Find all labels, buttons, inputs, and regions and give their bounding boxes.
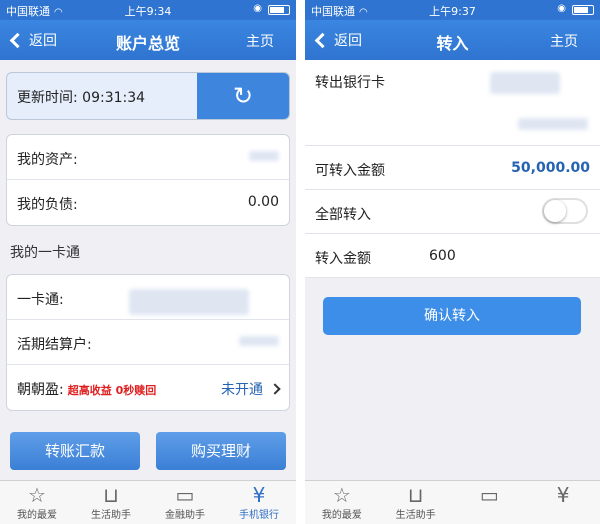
tab-favorites[interactable]: ☆ 我的最爱 xyxy=(305,481,379,524)
card-accounts: 一卡通: 活期结算户: 朝朝盈: 超高收益 0秒赎回 未开通 xyxy=(6,274,290,411)
source-card-row[interactable]: 转出银行卡 xyxy=(305,60,600,146)
update-time-label: 更新时间: 09:31:34 xyxy=(17,90,146,106)
tab-finance[interactable]: ▭ 金融助手 xyxy=(148,481,222,524)
briefcase-icon: ▭ xyxy=(175,483,195,507)
toggle-knob xyxy=(544,200,566,222)
lock-icon: ◉ xyxy=(557,3,566,14)
phone-yen-icon: ¥ xyxy=(556,483,570,507)
transfer-all-label: 全部转入 xyxy=(315,207,371,223)
status-bar: 中国联通 ◠ 上午9:37 ◉ xyxy=(305,0,600,20)
transfer-all-toggle[interactable] xyxy=(542,198,588,224)
card-masked-2 xyxy=(518,118,588,130)
amount-input[interactable]: 600 xyxy=(429,248,456,264)
assets-value-masked xyxy=(249,151,279,161)
phone-yen-icon: ¥ xyxy=(252,483,266,507)
amount-label: 转入金额 xyxy=(315,251,371,267)
star-icon: ☆ xyxy=(28,483,46,507)
zzy-status: 未开通 xyxy=(221,382,263,398)
zzy-row[interactable]: 朝朝盈: 超高收益 0秒赎回 未开通 xyxy=(7,365,289,410)
tab-favorites[interactable]: ☆ 我的最爱 xyxy=(0,481,74,524)
card-row[interactable]: 一卡通: xyxy=(7,275,289,320)
tab-bar: ☆ 我的最爱 ⊔ 生活助手 ▭ ¥ xyxy=(305,480,600,524)
transfer-button[interactable]: 转账汇款 xyxy=(10,432,140,470)
card-masked xyxy=(490,72,560,94)
chevron-right-icon xyxy=(269,383,281,395)
battery-icon xyxy=(572,5,594,15)
tab-mobile-bank[interactable]: ¥ 手机银行 xyxy=(222,481,296,524)
battery-icon xyxy=(268,5,290,15)
assets-label: 我的资产: xyxy=(17,152,78,168)
star-icon: ☆ xyxy=(332,483,351,507)
available-label: 可转入金额 xyxy=(315,163,385,179)
tab-life[interactable]: ⊔ 生活助手 xyxy=(379,481,453,524)
refresh-icon: ↻ xyxy=(232,82,254,110)
section-title: 我的一卡通 xyxy=(10,245,80,261)
divider xyxy=(296,0,305,524)
card-label: 一卡通: xyxy=(17,292,64,308)
current-label: 活期结算户: xyxy=(17,337,92,353)
tab-finance[interactable]: ▭ xyxy=(453,481,527,524)
liabilities-value: 0.00 xyxy=(247,194,279,210)
status-time: 上午9:34 xyxy=(124,5,172,18)
transfer-all-row: 全部转入 xyxy=(305,190,600,234)
liabilities-row[interactable]: 我的负债: 0.00 xyxy=(7,180,289,225)
promo-text: 超高收益 0秒赎回 xyxy=(67,384,157,397)
account-overview-screen: 中国联通 ◠ 上午9:34 ◉ 返回 账户总览 主页 更新时间: 09:31:34… xyxy=(0,0,296,524)
source-card-label: 转出银行卡 xyxy=(315,75,385,91)
nav-bar: 返回 转入 主页 xyxy=(305,20,600,60)
home-button[interactable]: 主页 xyxy=(246,31,274,51)
assets-card: 我的资产: 我的负债: 0.00 xyxy=(6,134,290,226)
tab-bar: ☆ 我的最爱 ⊔ 生活助手 ▭ 金融助手 ¥ 手机银行 xyxy=(0,480,296,524)
status-bar: 中国联通 ◠ 上午9:34 ◉ xyxy=(0,0,296,20)
available-value: 50,000.00 xyxy=(511,160,590,176)
current-value-masked xyxy=(239,336,279,346)
tab-life[interactable]: ⊔ 生活助手 xyxy=(74,481,148,524)
refresh-button[interactable]: ↻ xyxy=(197,73,289,119)
home-button[interactable]: 主页 xyxy=(550,31,578,51)
status-time: 上午9:37 xyxy=(429,5,476,18)
assets-row[interactable]: 我的资产: xyxy=(7,135,289,180)
current-account-row[interactable]: 活期结算户: xyxy=(7,320,289,365)
briefcase-icon: ▭ xyxy=(479,483,499,507)
card-number-masked xyxy=(129,289,249,315)
lock-icon: ◉ xyxy=(253,3,262,14)
amount-row: 转入金额 600 xyxy=(305,234,600,278)
liabilities-label: 我的负债: xyxy=(17,197,78,213)
nav-bar: 返回 账户总览 主页 xyxy=(0,20,296,60)
available-row: 可转入金额 50,000.00 xyxy=(305,146,600,190)
buy-wealth-button[interactable]: 购买理财 xyxy=(156,432,286,470)
confirm-transfer-button[interactable]: 确认转入 xyxy=(323,297,581,335)
cart-icon: ⊔ xyxy=(407,483,424,507)
cart-icon: ⊔ xyxy=(103,483,119,507)
transfer-in-screen: 中国联通 ◠ 上午9:37 ◉ 返回 转入 主页 转出银行卡 可转入金额 50,0… xyxy=(305,0,600,524)
zzy-label: 朝朝盈: xyxy=(17,382,64,398)
update-time-panel: 更新时间: 09:31:34 ↻ xyxy=(6,72,290,120)
tab-mobile-bank[interactable]: ¥ xyxy=(526,481,600,524)
